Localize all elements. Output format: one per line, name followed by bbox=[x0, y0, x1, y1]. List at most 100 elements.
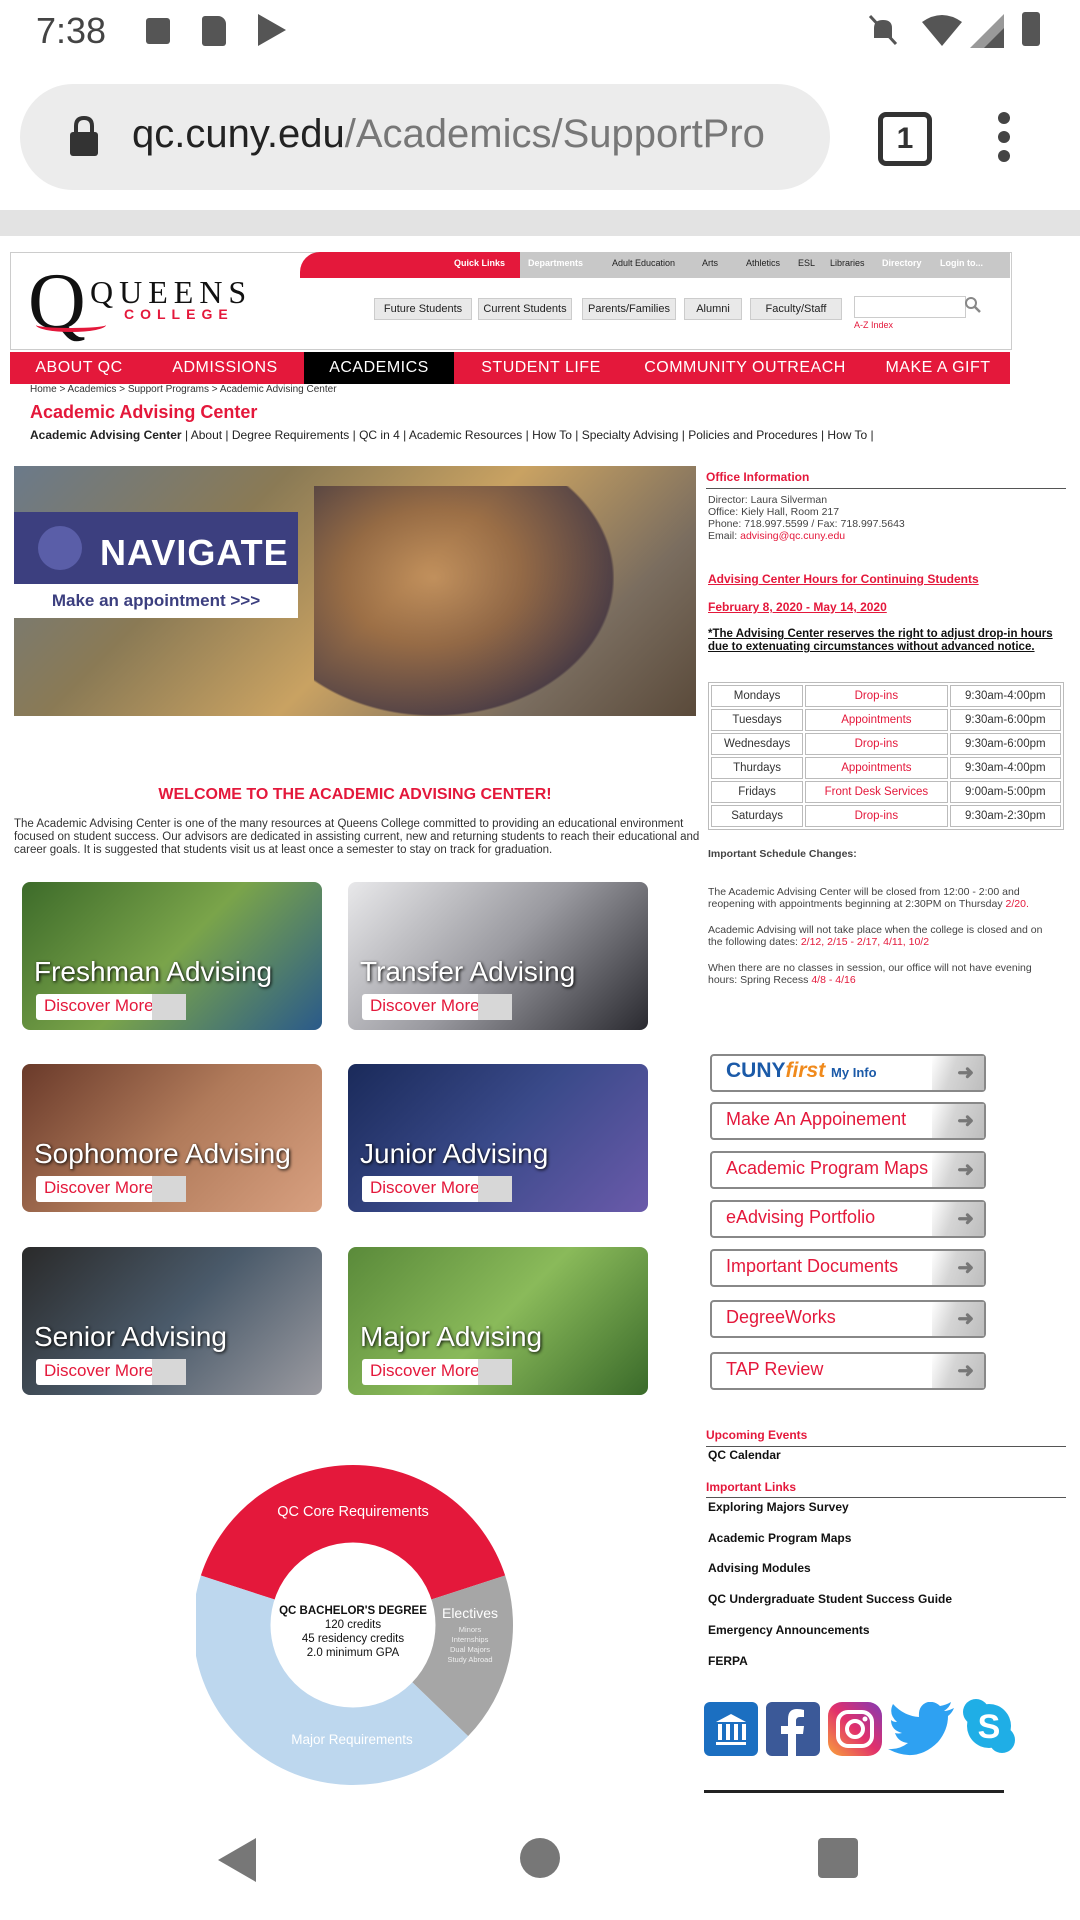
search-icon[interactable] bbox=[964, 296, 982, 319]
discover-more-button[interactable]: Discover More bbox=[362, 1176, 512, 1202]
login-link[interactable]: Login to... bbox=[940, 258, 983, 268]
table-row: Fridays Front Desk Services 9:00am-5:00pm bbox=[711, 781, 1061, 803]
nav-community-outreach[interactable]: COMMUNITY OUTREACH bbox=[628, 352, 862, 384]
table-row: Thurdays Appointments 9:30am-4:00pm bbox=[711, 757, 1061, 779]
address-bar[interactable]: qc.cuny.edu/Academics/SupportPro bbox=[20, 84, 830, 190]
audience-alumni[interactable]: Alumni bbox=[684, 298, 742, 320]
important-link-success-guide[interactable]: QC Undergraduate Student Success Guide bbox=[708, 1592, 952, 1606]
quick-link-esl[interactable]: ESL bbox=[798, 258, 815, 268]
quick-link-arts[interactable]: Arts bbox=[702, 258, 718, 268]
discover-more-button[interactable]: Discover More bbox=[36, 1176, 186, 1202]
nav-academics[interactable]: ACADEMICS bbox=[304, 352, 454, 384]
donut-electives-sub-3: Study Abroad bbox=[447, 1655, 492, 1664]
junior-advising-tile[interactable]: Junior Advising Discover More bbox=[348, 1064, 648, 1212]
twitter-icon[interactable] bbox=[888, 1701, 956, 1761]
freshman-advising-tile[interactable]: Freshman Advising Discover More bbox=[22, 882, 322, 1030]
nav-about-qc[interactable]: ABOUT QC bbox=[10, 352, 148, 384]
important-link-program-maps[interactable]: Academic Program Maps bbox=[708, 1531, 851, 1545]
important-link-exploring-majors[interactable]: Exploring Majors Survey bbox=[708, 1500, 849, 1514]
subnav-about[interactable]: About bbox=[191, 428, 222, 442]
quick-link-athletics[interactable]: Athletics bbox=[746, 258, 780, 268]
donut-electives-label: Electives bbox=[442, 1605, 498, 1621]
discover-more-button[interactable]: Discover More bbox=[36, 994, 186, 1020]
main-nav: ABOUT QC ADMISSIONS ACADEMICS STUDENT LI… bbox=[10, 352, 1010, 384]
subnav-academic-advising-center[interactable]: Academic Advising Center bbox=[30, 428, 182, 442]
subnav-how-to-2[interactable]: How To bbox=[827, 428, 867, 442]
nav-admissions[interactable]: ADMISSIONS bbox=[150, 352, 300, 384]
quick-link-departments[interactable]: Departments bbox=[528, 258, 583, 268]
home-icon[interactable] bbox=[520, 1838, 560, 1878]
subnav-specialty-advising[interactable]: Specialty Advising bbox=[582, 428, 679, 442]
eadvising-portfolio-button[interactable]: eAdvising Portfolio ➜ bbox=[710, 1200, 986, 1238]
important-link-emergency[interactable]: Emergency Announcements bbox=[708, 1623, 870, 1637]
url-path: /Academics/SupportPro bbox=[344, 112, 765, 156]
quick-link-libraries[interactable]: Libraries bbox=[830, 258, 865, 268]
quick-link-adult-education[interactable]: Adult Education bbox=[612, 258, 675, 268]
sophomore-advising-tile[interactable]: Sophomore Advising Discover More bbox=[22, 1064, 322, 1212]
tap-review-button[interactable]: TAP Review ➜ bbox=[710, 1352, 986, 1390]
important-link-ferpa[interactable]: FERPA bbox=[708, 1654, 748, 1668]
quick-links-label[interactable]: Quick Links bbox=[454, 258, 505, 268]
institution-icon bbox=[38, 526, 82, 570]
subnav-degree-requirements[interactable]: Degree Requirements bbox=[232, 428, 349, 442]
url-host: qc.cuny.edu bbox=[132, 112, 345, 156]
audience-parents-families[interactable]: Parents/Families bbox=[582, 298, 676, 320]
arrow-right-icon bbox=[152, 1359, 186, 1385]
make-appointment-link[interactable]: Make an appointment >>> bbox=[14, 584, 298, 618]
subnav-how-to[interactable]: How To bbox=[532, 428, 572, 442]
url-text[interactable]: qc.cuny.edu/Academics/SupportPro bbox=[132, 112, 822, 157]
status-bar: 7:38 bbox=[0, 0, 1080, 64]
divider bbox=[706, 1446, 1066, 1447]
subnav-qc-in-4[interactable]: QC in 4 bbox=[359, 428, 400, 442]
navigate-icon[interactable] bbox=[704, 1702, 758, 1756]
breadcrumb[interactable]: Home > Academics > Support Programs > Ac… bbox=[30, 384, 337, 395]
az-index-link[interactable]: A-Z Index bbox=[854, 320, 893, 330]
arrow-right-icon bbox=[152, 994, 186, 1020]
arrow-right-icon bbox=[152, 1176, 186, 1202]
arrow-right-icon: ➜ bbox=[932, 1202, 984, 1236]
table-row: Wednesdays Drop-ins 9:30am-6:00pm bbox=[711, 733, 1061, 755]
audience-current-students[interactable]: Current Students bbox=[478, 298, 572, 320]
arrow-right-icon bbox=[478, 1359, 512, 1385]
recents-icon[interactable] bbox=[818, 1838, 858, 1878]
transfer-advising-tile[interactable]: Transfer Advising Discover More bbox=[348, 882, 648, 1030]
important-documents-button[interactable]: Important Documents ➜ bbox=[710, 1249, 986, 1287]
divider bbox=[706, 488, 1066, 489]
subnav-policies[interactable]: Policies and Procedures bbox=[688, 428, 817, 442]
senior-advising-tile[interactable]: Senior Advising Discover More bbox=[22, 1247, 322, 1395]
degreeworks-button[interactable]: DegreeWorks ➜ bbox=[710, 1300, 986, 1338]
tab-switcher-button[interactable]: 1 bbox=[878, 112, 932, 166]
accessibility-icon bbox=[146, 18, 170, 44]
email-link[interactable]: advising@qc.cuny.edu bbox=[740, 530, 845, 542]
qc-calendar-link[interactable]: QC Calendar bbox=[708, 1448, 781, 1462]
director-text: Director: Laura Silverman bbox=[708, 494, 828, 506]
hours-notice: *The Advising Center reserves the right … bbox=[708, 628, 1053, 653]
menu-icon[interactable] bbox=[998, 112, 1012, 162]
logo-college[interactable]: COLLEGE bbox=[124, 306, 234, 322]
nav-student-life[interactable]: STUDENT LIFE bbox=[456, 352, 626, 384]
browser-toolbar-shadow bbox=[0, 210, 1080, 236]
audience-future-students[interactable]: Future Students bbox=[374, 298, 472, 320]
navigate-banner[interactable]: NAVIGATE Make an appointment >>> bbox=[14, 466, 696, 716]
discover-more-button[interactable]: Discover More bbox=[36, 1359, 186, 1385]
donut-electives-sub-2: Dual Majors bbox=[450, 1645, 490, 1654]
subnav-academic-resources[interactable]: Academic Resources bbox=[409, 428, 522, 442]
cunyfirst-button[interactable]: CUNYfirst My Info ➜ bbox=[710, 1054, 986, 1092]
quick-link-directory[interactable]: Directory bbox=[882, 258, 922, 268]
audience-faculty-staff[interactable]: Faculty/Staff bbox=[750, 298, 842, 320]
back-icon[interactable] bbox=[218, 1838, 256, 1882]
instagram-icon[interactable] bbox=[828, 1702, 882, 1756]
discover-more-button[interactable]: Discover More bbox=[362, 1359, 512, 1385]
skype-icon[interactable]: S bbox=[962, 1698, 1016, 1759]
hours-heading[interactable]: Advising Center Hours for Continuing Stu… bbox=[708, 572, 979, 586]
nav-make-a-gift[interactable]: MAKE A GIFT bbox=[866, 352, 1010, 384]
discover-more-button[interactable]: Discover More bbox=[362, 994, 512, 1020]
facebook-icon[interactable] bbox=[766, 1702, 820, 1756]
make-appointment-button[interactable]: Make An Appoinement ➜ bbox=[710, 1102, 986, 1140]
important-link-advising-modules[interactable]: Advising Modules bbox=[708, 1561, 811, 1575]
schedule-p3: When there are no classes in session, ou… bbox=[708, 962, 1032, 986]
site-search-input[interactable] bbox=[854, 296, 966, 318]
students-photo bbox=[314, 486, 614, 716]
program-maps-button[interactable]: Academic Program Maps ➜ bbox=[710, 1151, 986, 1189]
major-advising-tile[interactable]: Major Advising Discover More bbox=[348, 1247, 648, 1395]
